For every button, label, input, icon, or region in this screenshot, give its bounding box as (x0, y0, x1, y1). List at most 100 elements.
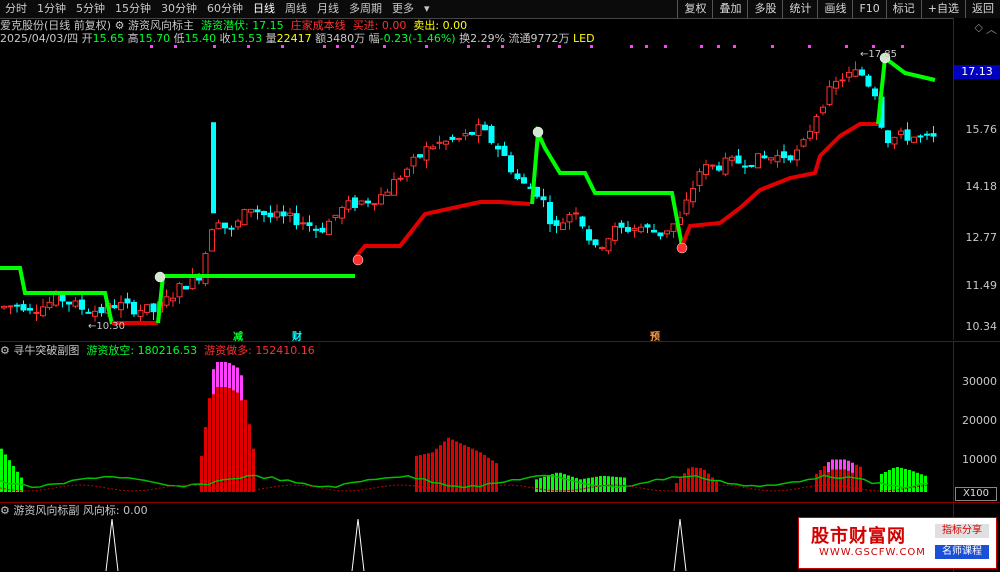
candle (456, 138, 462, 141)
multi-stock-button[interactable]: 多股 (747, 0, 782, 18)
candle (833, 80, 839, 89)
candle (696, 171, 703, 186)
candle (66, 301, 72, 305)
candle (40, 306, 46, 317)
flow-bar-highlight (839, 459, 842, 470)
signal-marker[interactable] (676, 242, 688, 254)
f10-button[interactable]: F10 (852, 0, 885, 18)
signal-dot (733, 45, 736, 48)
tab-more[interactable]: 更多 (387, 0, 419, 18)
tab-monthly[interactable]: 月线 (312, 0, 344, 18)
candle (735, 155, 742, 164)
candle (690, 187, 696, 203)
candle (267, 212, 274, 218)
candle (293, 213, 300, 226)
flow-bar (823, 466, 826, 492)
flow-bar (615, 476, 618, 492)
signal-spike (105, 518, 119, 572)
flow-bar (623, 477, 626, 492)
back-button[interactable]: 返回 (965, 0, 1000, 18)
flow-bar-highlight (236, 367, 239, 393)
candle (254, 209, 261, 213)
badge-indicator-share[interactable]: 指标分享 (935, 524, 989, 538)
draw-line-button[interactable]: 画线 (817, 0, 852, 18)
price-tick: 14.18 (965, 180, 998, 193)
flow-bar-highlight (220, 362, 223, 387)
candle (430, 146, 436, 150)
flow-bar-highlight (827, 462, 830, 473)
add-watchlist-button[interactable]: +自选 (920, 0, 965, 18)
tab-5min[interactable]: 5分钟 (71, 0, 110, 18)
signal-dot (901, 45, 904, 48)
candle (859, 69, 865, 76)
candle (670, 223, 677, 232)
overlay-button[interactable]: 叠加 (712, 0, 747, 18)
flow-bar (244, 399, 247, 492)
flow-bar (892, 468, 895, 492)
flow-bar (559, 472, 562, 492)
signal-marker[interactable] (154, 271, 166, 283)
candle (488, 125, 495, 143)
candle (638, 226, 644, 233)
flow-bar (491, 460, 494, 492)
candle (794, 149, 800, 161)
signal-dot (336, 45, 339, 48)
tab-daily[interactable]: 日线 (248, 0, 280, 18)
candle (274, 211, 280, 218)
scale-badge: X100 (955, 487, 997, 501)
restore-rights-button[interactable]: 复权 (677, 0, 712, 18)
badge-master-course[interactable]: 名师课程 (935, 545, 989, 559)
candle (306, 222, 313, 227)
tab-30min[interactable]: 30分钟 (156, 0, 202, 18)
signal-dot (425, 45, 428, 48)
flow-bar (819, 470, 822, 492)
watermark-title: 股市财富网 (811, 526, 906, 547)
statistics-button[interactable]: 统计 (782, 0, 817, 18)
candle (449, 136, 456, 140)
candle (248, 208, 254, 213)
site-watermark: 股市财富网 WWW.GSCFW.COM 指标分享 名师课程 (798, 517, 997, 569)
flow-bar (908, 470, 911, 492)
chevron-down-icon[interactable]: ▾ (419, 0, 435, 18)
flow-bar (423, 454, 426, 492)
signal-dot (383, 45, 386, 48)
flow-bar (555, 472, 558, 492)
tab-60min[interactable]: 60分钟 (202, 0, 248, 18)
trend-line-up (680, 122, 878, 247)
candle (657, 232, 664, 237)
flow-bar (535, 479, 538, 492)
candle (410, 156, 417, 167)
candle (475, 124, 482, 136)
tab-15min[interactable]: 15分钟 (110, 0, 156, 18)
candle (371, 203, 378, 206)
flow-bar (204, 427, 207, 492)
signal-marker[interactable] (532, 126, 544, 138)
signal-dot (487, 45, 490, 48)
sub-chart1-plot[interactable] (0, 342, 953, 502)
tab-1min[interactable]: 1分钟 (32, 0, 71, 18)
flow-bar (599, 476, 602, 492)
price-tick: 15.76 (965, 123, 998, 136)
diamond-icon[interactable]: ◇ (975, 21, 983, 34)
flow-bar (419, 454, 422, 492)
candle (599, 247, 605, 250)
flow-bar (896, 467, 899, 492)
sub-chart1-axis: 30000 20000 10000 (953, 342, 1000, 502)
tab-weekly[interactable]: 周线 (280, 0, 312, 18)
candle (800, 139, 807, 147)
tab-multi-period[interactable]: 多周期 (344, 0, 387, 18)
chevron-up-icon[interactable]: ︿ (986, 21, 997, 37)
candle (384, 191, 391, 197)
candle (514, 173, 521, 179)
candle (631, 227, 638, 231)
flow-bar-highlight (228, 363, 231, 389)
candle (222, 222, 228, 229)
flow-bar (699, 468, 702, 492)
candle (79, 299, 85, 310)
main-kline-chart[interactable] (0, 18, 953, 340)
signal-marker[interactable] (352, 254, 364, 266)
tab-fenshi[interactable]: 分时 (0, 0, 32, 18)
signal-dot (645, 45, 648, 48)
candle (787, 155, 794, 161)
mark-button[interactable]: 标记 (885, 0, 921, 18)
